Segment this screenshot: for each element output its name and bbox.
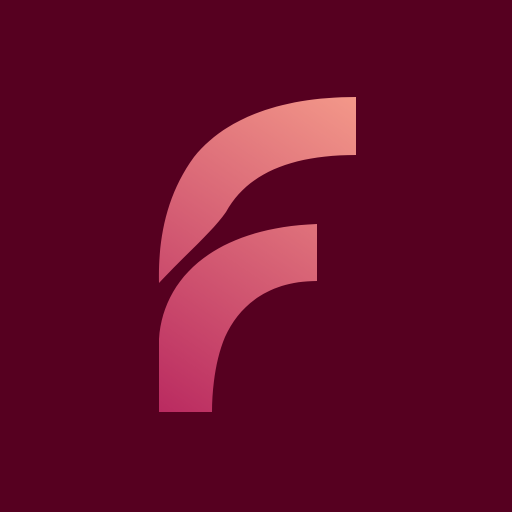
app-icon-tile bbox=[0, 0, 512, 512]
f-logo-icon bbox=[0, 0, 512, 512]
